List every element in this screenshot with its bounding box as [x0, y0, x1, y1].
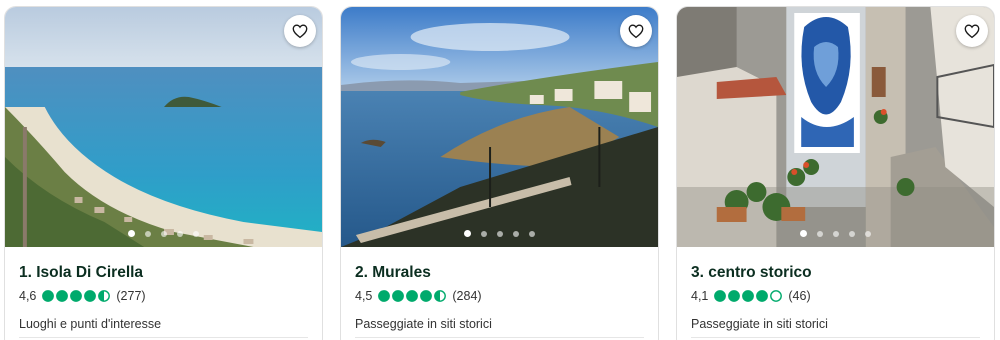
carousel-dot[interactable] [193, 230, 199, 237]
divider [691, 337, 980, 338]
carousel-dot[interactable] [800, 230, 807, 237]
heart-outline-icon [292, 24, 308, 39]
rating-bubble-icon [728, 290, 741, 302]
rating-row: 4,5 (284) [355, 289, 644, 303]
carousel-dot[interactable] [865, 230, 871, 237]
attraction-title[interactable]: 1. Isola Di Cirella [19, 263, 308, 283]
review-count: (284) [452, 289, 482, 303]
carousel-dot[interactable] [849, 230, 855, 237]
rating-bubble-icon [392, 290, 405, 302]
carousel-dot[interactable] [817, 230, 823, 237]
heart-outline-icon [628, 24, 644, 39]
rating-bubble-icon [434, 290, 447, 302]
heart-outline-icon [964, 24, 980, 39]
rating-bubble-icon [56, 290, 69, 302]
attraction-category: Passeggiate in siti storici [355, 317, 492, 331]
rating-bubble-icon [756, 290, 769, 302]
review-count: (277) [116, 289, 146, 303]
carousel-dot[interactable] [464, 230, 471, 237]
photo-carousel-dots [677, 230, 994, 237]
rating-bubble-icon [420, 290, 433, 302]
attraction-card-2[interactable]: 2. Murales 4,5 (284) Passeggiate in siti… [340, 6, 659, 340]
divider [355, 337, 644, 338]
photo-carousel-dots [5, 230, 322, 237]
attraction-card-1[interactable]: 1. Isola Di Cirella 4,6 (277) Luoghi e p… [4, 6, 323, 340]
carousel-dot[interactable] [128, 230, 135, 237]
carousel-dot[interactable] [481, 230, 487, 237]
rating-bubble-icon [378, 290, 391, 302]
rating-bubble-icon [98, 290, 111, 302]
rating-bubbles [714, 290, 783, 302]
rating-score: 4,5 [355, 289, 373, 303]
attraction-title[interactable]: 3. centro storico [691, 263, 980, 283]
rating-bubble-icon [84, 290, 97, 302]
divider [19, 337, 308, 338]
save-heart-button[interactable] [284, 15, 316, 47]
attraction-title[interactable]: 2. Murales [355, 263, 644, 283]
rating-bubble-icon [770, 290, 783, 302]
rating-bubble-icon [742, 290, 755, 302]
carousel-dot[interactable] [161, 230, 167, 237]
save-heart-button[interactable] [956, 15, 988, 47]
photo-island-coast [5, 7, 322, 247]
photo-historic-alley [677, 7, 994, 247]
rating-bubble-icon [406, 290, 419, 302]
rating-bubble-icon [714, 290, 727, 302]
carousel-dot[interactable] [513, 230, 519, 237]
review-count: (46) [788, 289, 811, 303]
rating-score: 4,1 [691, 289, 709, 303]
card-photo[interactable] [677, 7, 994, 247]
photo-coastal-town [341, 7, 658, 247]
attraction-category: Passeggiate in siti storici [691, 317, 828, 331]
carousel-dot[interactable] [497, 230, 503, 237]
attraction-card-3[interactable]: 3. centro storico 4,1 (46) Passeggiate i… [676, 6, 995, 340]
card-photo[interactable] [341, 7, 658, 247]
carousel-dot[interactable] [145, 230, 151, 237]
rating-row: 4,1 (46) [691, 289, 980, 303]
attraction-category: Luoghi e punti d'interesse [19, 317, 162, 331]
carousel-dot[interactable] [529, 230, 535, 237]
rating-bubble-icon [70, 290, 83, 302]
rating-bubbles [42, 290, 111, 302]
photo-carousel-dots [341, 230, 658, 237]
rating-score: 4,6 [19, 289, 37, 303]
rating-bubbles [378, 290, 447, 302]
rating-bubble-icon [42, 290, 55, 302]
card-photo[interactable] [5, 7, 322, 247]
save-heart-button[interactable] [620, 15, 652, 47]
rating-row: 4,6 (277) [19, 289, 308, 303]
carousel-dot[interactable] [833, 230, 839, 237]
carousel-dot[interactable] [177, 230, 183, 237]
